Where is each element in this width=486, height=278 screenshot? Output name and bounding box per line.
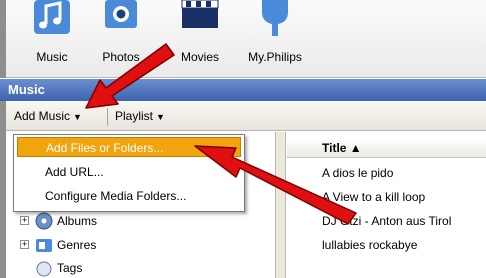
column-header-label: Title ▲	[322, 141, 362, 155]
pane-splitter[interactable]	[276, 132, 286, 278]
add-music-button[interactable]: Add Music ▼	[14, 109, 82, 123]
albums-icon	[35, 212, 53, 230]
track-row[interactable]: A View to a kill loop	[322, 190, 425, 204]
playlist-button[interactable]: Playlist ▼	[115, 109, 165, 123]
tree-item-label: Albums	[57, 214, 98, 228]
track-row[interactable]: A dios le pido	[322, 166, 393, 180]
toolbar-music-button[interactable]: Music	[22, 0, 82, 78]
title-column-header[interactable]: Title ▲	[287, 138, 486, 158]
track-row[interactable]: lullabies rockabye	[322, 238, 417, 252]
menu-item-add-files[interactable]: Add Files or Folders...	[17, 137, 241, 157]
tree-item-label: Genres	[57, 238, 97, 252]
philips-icon	[262, 0, 288, 36]
tags-icon	[36, 261, 52, 277]
expand-icon[interactable]: +	[20, 216, 29, 225]
music-subtoolbar: Add Music ▼ Playlist ▼	[0, 101, 486, 131]
expand-icon[interactable]: +	[20, 240, 29, 249]
add-music-menu: Add Files or Folders... Add URL... Confi…	[13, 134, 245, 212]
tree-item-label: Tags	[57, 261, 83, 275]
toolbar-photos-label: Photos	[102, 50, 140, 64]
toolbar-myphilips-label: My.Philips	[248, 50, 302, 64]
music-note-icon	[34, 0, 70, 34]
menu-item-configure-folders[interactable]: Configure Media Folders...	[17, 186, 241, 206]
track-list: Title ▲ A dios le pido A View to a kill …	[287, 132, 486, 278]
track-row[interactable]: DJ Ötzi - Anton aus Tirol	[322, 214, 451, 228]
clapperboard-icon	[181, 0, 219, 28]
toolbar-divider	[107, 108, 108, 126]
toolbar-photos-button[interactable]: Photos	[96, 0, 146, 78]
camera-icon	[105, 0, 137, 28]
menu-item-add-url[interactable]: Add URL...	[17, 162, 241, 182]
add-music-label: Add Music	[14, 109, 71, 123]
playlist-label: Playlist	[115, 109, 154, 123]
genres-icon	[36, 239, 52, 252]
section-title: Music	[0, 79, 486, 101]
toolbar-music-label: Music	[36, 50, 68, 64]
dropdown-arrow-icon: ▼	[156, 112, 165, 122]
media-toolbar: Music Photos Movies My.Philips	[0, 0, 486, 78]
toolbar-movies-label: Movies	[180, 50, 219, 64]
window-edge	[0, 0, 6, 78]
toolbar-myphilips-button[interactable]: My.Philips	[238, 0, 312, 78]
toolbar-movies-button[interactable]: Movies	[172, 0, 228, 78]
dropdown-arrow-icon: ▼	[73, 112, 82, 122]
